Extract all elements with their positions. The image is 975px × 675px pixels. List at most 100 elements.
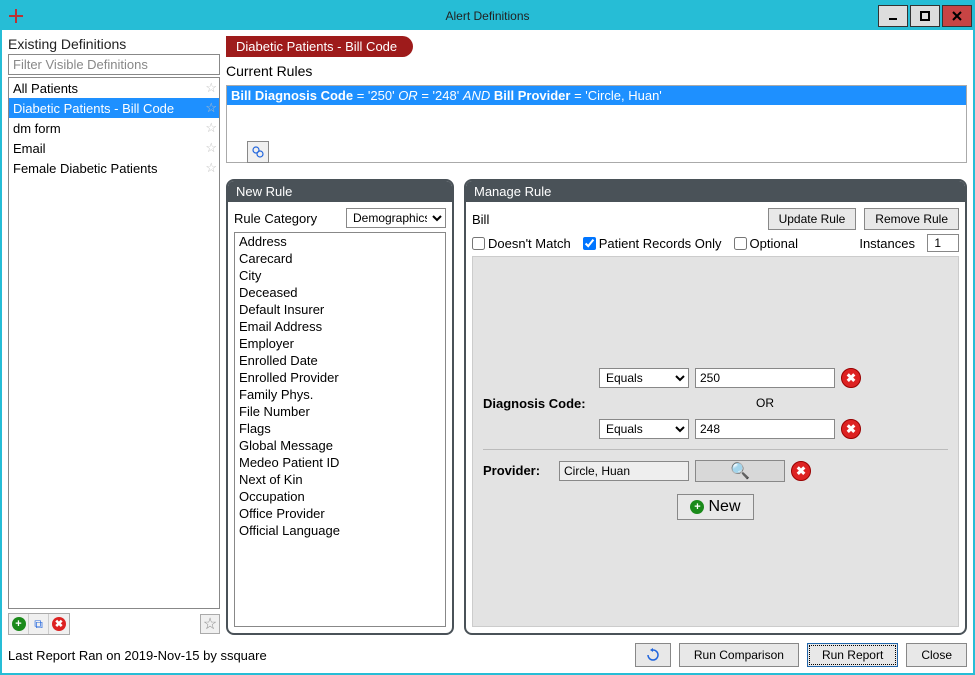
definitions-list[interactable]: All Patients☆Diabetic Patients - Bill Co… (8, 77, 220, 609)
star-icon[interactable]: ☆ (205, 100, 217, 116)
rule-subject-label: Bill (472, 212, 489, 227)
instances-stepper[interactable] (927, 234, 959, 252)
diag-value-2-input[interactable] (695, 419, 835, 439)
rule-category-select[interactable]: Demographics (346, 208, 446, 228)
remove-rule-button[interactable]: Remove Rule (864, 208, 959, 230)
panels-row: New Rule Rule Category Demographics Addr… (226, 179, 967, 635)
diagnosis-code-label: Diagnosis Code: (483, 396, 593, 411)
favorite-button[interactable]: ☆ (200, 614, 220, 634)
field-item[interactable]: Occupation (235, 488, 445, 505)
field-item[interactable]: Enrolled Provider (235, 369, 445, 386)
definition-item[interactable]: Email☆ (9, 138, 219, 158)
definition-item[interactable]: All Patients ☆ (9, 78, 219, 98)
field-item[interactable]: Global Message (235, 437, 445, 454)
diagnosis-row-1: Equals ✖ (483, 368, 948, 388)
sidebar-title: Existing Definitions (8, 36, 220, 52)
definition-item[interactable]: Diabetic Patients - Bill Code ☆ (9, 98, 219, 118)
diag-op-2-select[interactable]: Equals (599, 419, 689, 439)
new-rule-panel: New Rule Rule Category Demographics Addr… (226, 179, 454, 635)
provider-search-button[interactable]: 🔍 (695, 460, 785, 482)
definition-title-ribbon: Diabetic Patients - Bill Code (226, 36, 413, 57)
current-rules-label: Current Rules (226, 63, 967, 79)
minimize-button[interactable] (878, 5, 908, 27)
sidebar: Existing Definitions All Patients☆Diabet… (8, 36, 220, 635)
delete-diag-1-button[interactable]: ✖ (841, 368, 861, 388)
field-item[interactable]: Official Language (235, 522, 445, 539)
definition-item[interactable]: dm form ☆ (9, 118, 219, 138)
search-icon: 🔍 (730, 461, 750, 481)
current-rules-box: Bill Diagnosis Code = '250' OR = '248' A… (226, 85, 967, 163)
star-icon[interactable]: ☆ (205, 120, 217, 136)
definition-label: All Patients (13, 81, 78, 96)
maximize-button[interactable] (910, 5, 940, 27)
main-columns: Existing Definitions All Patients☆Diabet… (8, 36, 967, 635)
provider-row: Provider: 🔍 ✖ (483, 460, 948, 482)
rule-category-label: Rule Category (234, 211, 317, 226)
close-window-button[interactable] (942, 5, 972, 27)
close-button[interactable]: Close (906, 643, 967, 667)
diag-op-1-select[interactable]: Equals (599, 368, 689, 388)
manage-rule-header: Manage Rule (466, 181, 965, 202)
star-icon[interactable]: ☆ (205, 80, 217, 96)
field-item[interactable]: Address (235, 233, 445, 250)
provider-value-input[interactable] (559, 461, 689, 481)
footer: Last Report Ran on 2019-Nov-15 by ssquar… (8, 639, 967, 667)
new-rule-header: New Rule (228, 181, 452, 202)
manage-top-row: Bill Update Rule Remove Rule (472, 208, 959, 230)
definition-label: dm form (13, 121, 61, 136)
sidebar-toolbar: + ⧉ ✖ ☆ (8, 613, 220, 635)
run-comparison-button[interactable]: Run Comparison (679, 643, 799, 667)
field-item[interactable]: Deceased (235, 284, 445, 301)
field-item[interactable]: File Number (235, 403, 445, 420)
refresh-button[interactable] (635, 643, 671, 667)
titlebar[interactable]: Alert Definitions (2, 2, 973, 30)
field-item[interactable]: Next of Kin (235, 471, 445, 488)
diagnosis-label-row: Diagnosis Code: OR (483, 396, 948, 411)
footer-status: Last Report Ran on 2019-Nov-15 by ssquar… (8, 648, 267, 663)
field-item[interactable]: Enrolled Date (235, 352, 445, 369)
star-icon[interactable]: ☆ (205, 160, 217, 176)
field-item[interactable]: Office Provider (235, 505, 445, 522)
optional-checkbox[interactable]: Optional (734, 236, 798, 251)
star-icon[interactable]: ☆ (205, 140, 217, 156)
or-label: OR (695, 396, 835, 410)
instances-label: Instances (859, 236, 915, 251)
rule-settings-button[interactable] (247, 141, 269, 163)
field-list[interactable]: AddressCarecardCityDeceasedDefault Insur… (234, 232, 446, 627)
main-pane: Diabetic Patients - Bill Code Current Ru… (226, 36, 967, 635)
field-item[interactable]: City (235, 267, 445, 284)
field-item[interactable]: Flags (235, 420, 445, 437)
delete-provider-button[interactable]: ✖ (791, 461, 811, 481)
new-condition-button[interactable]: + New (677, 494, 753, 520)
field-item[interactable]: Default Insurer (235, 301, 445, 318)
rule-category-row: Rule Category Demographics (234, 208, 446, 228)
delete-definition-button[interactable]: ✖ (49, 614, 69, 634)
add-definition-button[interactable]: + (9, 614, 29, 634)
rule-row[interactable]: Bill Diagnosis Code = '250' OR = '248' A… (227, 86, 966, 105)
patient-records-only-checkbox[interactable]: Patient Records Only (583, 236, 722, 251)
copy-definition-button[interactable]: ⧉ (29, 614, 49, 634)
delete-icon: ✖ (52, 617, 66, 631)
plus-icon: + (690, 500, 704, 514)
app-icon (2, 2, 30, 30)
definition-label: Diabetic Patients - Bill Code (13, 101, 174, 116)
field-item[interactable]: Medeo Patient ID (235, 454, 445, 471)
field-item[interactable]: Email Address (235, 318, 445, 335)
update-rule-button[interactable]: Update Rule (768, 208, 857, 230)
definition-item[interactable]: Female Diabetic Patients ☆ (9, 158, 219, 178)
delete-diag-2-button[interactable]: ✖ (841, 419, 861, 439)
plus-icon: + (12, 617, 26, 631)
field-item[interactable]: Employer (235, 335, 445, 352)
definition-label: Female Diabetic Patients (13, 161, 158, 176)
app-window: Alert Definitions Existing Definitions A… (0, 0, 975, 675)
window-controls (877, 3, 973, 29)
rule-form-area: Equals ✖ Diagnosis Code: OR (472, 256, 959, 627)
content-area: Existing Definitions All Patients☆Diabet… (2, 30, 973, 673)
filter-definitions-input[interactable] (8, 54, 220, 75)
field-item[interactable]: Carecard (235, 250, 445, 267)
run-report-button[interactable]: Run Report (807, 643, 898, 667)
diag-value-1-input[interactable] (695, 368, 835, 388)
field-item[interactable]: Family Phys. (235, 386, 445, 403)
diagnosis-row-2: Equals ✖ (483, 419, 948, 439)
doesnt-match-checkbox[interactable]: Doesn't Match (472, 236, 571, 251)
